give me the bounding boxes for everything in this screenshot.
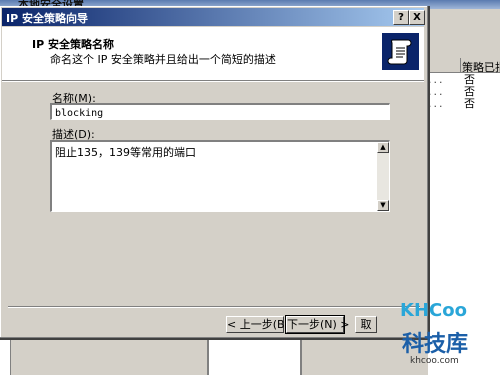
background-column-header[interactable]: 策略已指	[428, 58, 500, 74]
watermark-site-name: 科技库	[402, 332, 469, 357]
description-textarea[interactable]: 阻止135，139等常用的端口 ▲ ▼	[50, 140, 390, 212]
watermark-logo: KHCoo	[400, 300, 467, 321]
description-scrollbar[interactable]: ▲ ▼	[377, 142, 389, 211]
help-button[interactable]: ?	[393, 10, 409, 25]
status-divider	[300, 338, 302, 375]
cancel-button[interactable]: 取	[355, 316, 377, 333]
list-item[interactable]: ... 否	[428, 98, 500, 110]
background-status-area	[209, 338, 300, 375]
header-divider	[2, 81, 424, 82]
page-subtitle: 命名这个 IP 安全策略并且给出一个简短的描述	[50, 53, 276, 66]
scroll-up-arrow-icon[interactable]: ▲	[377, 142, 389, 153]
footer-divider-highlight	[8, 307, 420, 308]
page-title: IP 安全策略名称	[32, 38, 114, 51]
watermark-url: khcoo.com	[410, 356, 459, 366]
site-watermark: KHCoo 科技库 khcoo.com	[382, 296, 500, 375]
close-button[interactable]: X	[409, 10, 425, 25]
column-separator[interactable]	[460, 58, 461, 72]
dialog-title: IP 安全策略向导	[6, 12, 88, 25]
status-divider	[207, 338, 209, 375]
dialog-titlebar[interactable]: IP 安全策略向导 ? X	[2, 8, 425, 26]
back-button[interactable]: < 上一步(B)	[226, 316, 289, 333]
truncated-cell: ...	[428, 97, 445, 110]
assigned-value: 否	[464, 97, 475, 110]
scroll-down-arrow-icon[interactable]: ▼	[377, 200, 389, 211]
wizard-header: IP 安全策略名称 命名这个 IP 安全策略并且给出一个简短的描述	[2, 27, 424, 81]
next-button[interactable]: 下一步(N) >	[285, 315, 350, 334]
ip-security-policy-wizard-dialog: IP 安全策略向导 ? X IP 安全策略名称 命名这个 IP 安全策略并且给出…	[0, 6, 430, 340]
scroll-document-icon	[382, 33, 419, 70]
name-field[interactable]: blocking	[50, 103, 390, 120]
description-text: 阻止135，139等常用的端口	[55, 146, 196, 159]
